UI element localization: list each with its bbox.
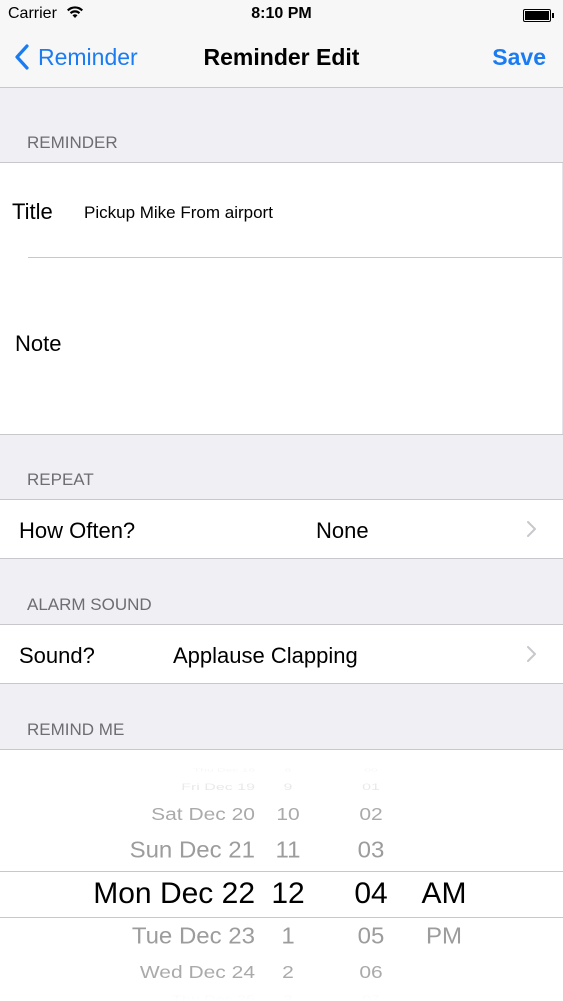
sound-cell[interactable]: Sound? Applause Clapping bbox=[0, 624, 563, 684]
sound-value: Applause Clapping bbox=[173, 643, 358, 668]
picker-date-value: Tue Dec 23 bbox=[131, 923, 255, 949]
picker-hour-value: 10 bbox=[276, 805, 300, 825]
picker-hour-value: 2 bbox=[282, 963, 294, 983]
page-title: Reminder Edit bbox=[203, 44, 360, 70]
picker-hour-value: 12 bbox=[271, 877, 305, 910]
picker-row[interactable]: Sat Dec 20 10 02 bbox=[0, 804, 563, 825]
picker-row[interactable]: Mon Dec 22 12 04 AM bbox=[0, 876, 563, 912]
picker-minute-value: 05 bbox=[357, 923, 385, 949]
picker-ampm-value: PM bbox=[426, 923, 462, 949]
picker-minute-value: 01 bbox=[362, 782, 380, 794]
picker-minute-value: 02 bbox=[359, 805, 383, 825]
note-field[interactable] bbox=[84, 273, 554, 423]
picker-minute-value: 00 bbox=[364, 767, 378, 773]
picker-row[interactable]: Wed Dec 24 2 06 bbox=[0, 962, 563, 983]
title-field[interactable]: Pickup Mike From airport bbox=[84, 203, 273, 223]
clock: 8:10 PM bbox=[251, 5, 312, 22]
picker-minute-value: 03 bbox=[357, 837, 385, 863]
section-header-remind-me: REMIND ME bbox=[27, 720, 125, 739]
picker-ampm-value: AM bbox=[421, 877, 467, 910]
title-label: Title bbox=[12, 199, 53, 224]
navigation-bar: Reminder Reminder Edit Save bbox=[0, 30, 563, 88]
picker-row[interactable]: Fri Dec 19 9 01 bbox=[0, 782, 563, 794]
picker-date-value: Fri Dec 19 bbox=[181, 782, 255, 794]
section-header-reminder: REMINDER bbox=[27, 133, 118, 152]
picker-selection-bottom-line bbox=[0, 917, 563, 918]
reminder-group: Title Pickup Mike From airport Note bbox=[0, 162, 563, 435]
repeat-cell[interactable]: How Often? None bbox=[0, 499, 563, 559]
picker-date-value: Mon Dec 22 bbox=[93, 877, 255, 910]
picker-date-value: Wed Dec 24 bbox=[139, 963, 255, 983]
picker-hour-value: 8 bbox=[284, 767, 292, 773]
note-label: Note bbox=[15, 331, 62, 356]
picker-date-value: Thu Dec 18 bbox=[192, 767, 255, 773]
date-time-picker[interactable]: Thu Dec 18 8 00 Fri Dec 19 9 01 Sat Dec 20 10 02… bbox=[0, 749, 563, 1001]
chevron-right-icon bbox=[527, 646, 536, 662]
chevron-right-icon bbox=[527, 521, 536, 537]
section-header-alarm-sound: ALARM SOUND bbox=[27, 595, 152, 614]
picker-minute-value: 04 bbox=[354, 877, 388, 910]
section-header-repeat: REPEAT bbox=[27, 470, 94, 489]
picker-row[interactable]: Thu Dec 18 8 00 bbox=[0, 767, 563, 772]
status-bar: Carrier 8:10 PM bbox=[0, 0, 563, 30]
picker-row[interactable]: Sun Dec 21 11 03 bbox=[0, 837, 563, 864]
repeat-label: How Often? bbox=[19, 518, 136, 543]
picker-hour-value: 1 bbox=[281, 923, 295, 949]
picker-date-value: Sun Dec 21 bbox=[129, 837, 255, 863]
sound-label: Sound? bbox=[19, 643, 95, 668]
battery-icon bbox=[523, 9, 554, 22]
repeat-value: None bbox=[316, 518, 369, 543]
picker-hour-value: 9 bbox=[283, 782, 293, 794]
save-button[interactable]: Save bbox=[492, 44, 546, 71]
picker-date-value: Sat Dec 20 bbox=[151, 805, 255, 825]
picker-minute-value: 06 bbox=[359, 963, 383, 983]
divider bbox=[28, 257, 563, 258]
picker-selection-top-line bbox=[0, 871, 563, 872]
picker-row[interactable]: Tue Dec 23 1 05 PM bbox=[0, 923, 563, 950]
picker-hour-value: 11 bbox=[275, 837, 301, 863]
